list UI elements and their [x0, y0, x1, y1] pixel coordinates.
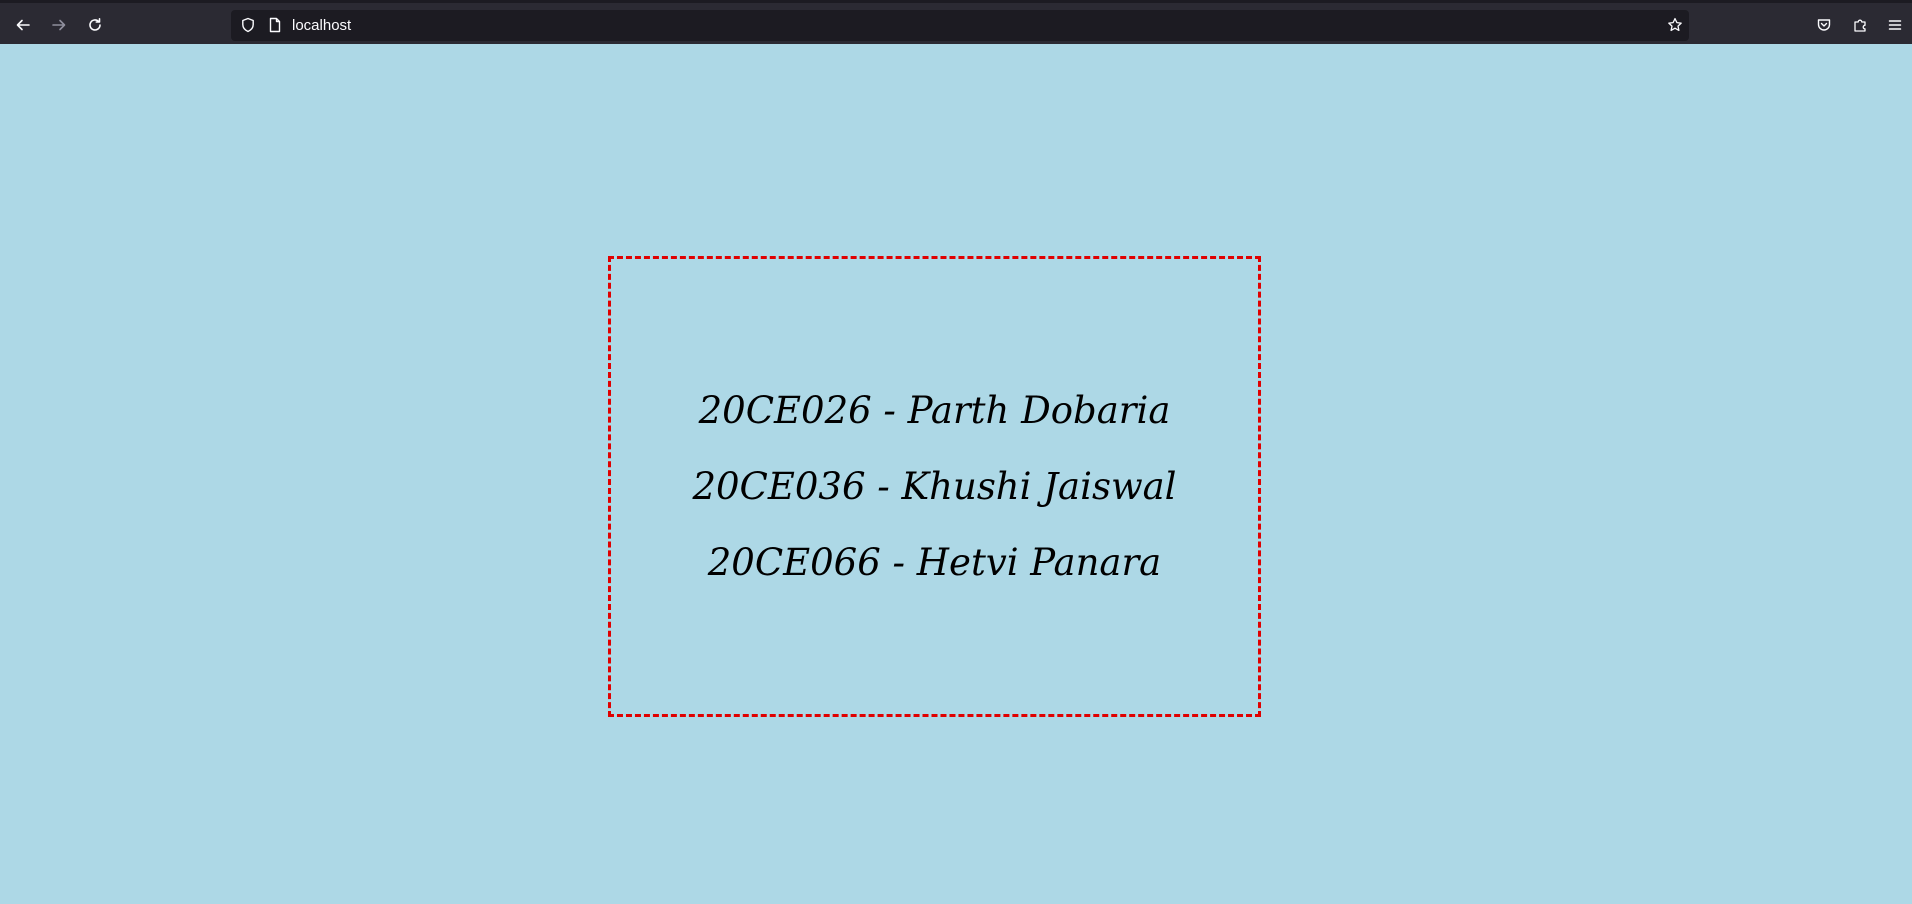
- star-icon[interactable]: [1667, 17, 1683, 33]
- pocket-button[interactable]: [1810, 11, 1838, 39]
- members-box: 20CE026 - Parth Dobaria 20CE036 - Khushi…: [608, 256, 1261, 717]
- back-button[interactable]: [9, 11, 37, 39]
- forward-arrow-icon: [52, 19, 66, 31]
- page-content: 20CE026 - Parth Dobaria 20CE036 - Khushi…: [0, 44, 1912, 904]
- url-text[interactable]: localhost: [292, 17, 351, 34]
- reload-button[interactable]: [81, 11, 109, 39]
- browser-toolbar: localhost: [0, 0, 1912, 44]
- member-entry: 20CE036 - Khushi Jaiswal: [692, 464, 1177, 508]
- page-icon[interactable]: [267, 17, 283, 33]
- back-arrow-icon: [16, 19, 30, 31]
- pocket-icon: [1817, 19, 1831, 31]
- forward-button[interactable]: [45, 11, 73, 39]
- extensions-icon: [1854, 19, 1866, 32]
- shield-icon[interactable]: [240, 17, 256, 33]
- address-bar[interactable]: localhost: [231, 10, 1689, 41]
- app-menu-button[interactable]: [1881, 11, 1909, 39]
- member-entry: 20CE026 - Parth Dobaria: [698, 388, 1171, 432]
- extensions-button[interactable]: [1846, 11, 1874, 39]
- member-entry: 20CE066 - Hetvi Panara: [707, 540, 1162, 584]
- hamburger-menu-icon: [1888, 20, 1902, 30]
- reload-icon: [89, 18, 101, 31]
